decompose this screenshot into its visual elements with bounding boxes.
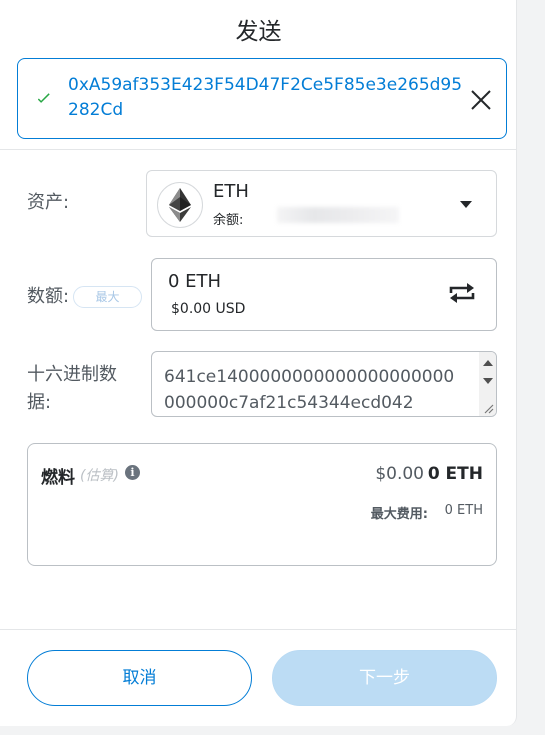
amount-value: 0 ETH [168, 271, 222, 292]
scroll-up-arrow-icon[interactable] [483, 360, 493, 366]
footer-divider [0, 629, 517, 630]
gas-eth-value: 0 ETH [427, 464, 483, 484]
hex-data-value: 641ce1400000000000000000000000000c7af21c… [164, 367, 455, 413]
gas-title: 燃料 [41, 468, 75, 488]
next-button[interactable]: 下一步 [272, 650, 497, 706]
cancel-button[interactable]: 取消 [27, 650, 252, 706]
swap-currency-icon[interactable] [448, 282, 476, 304]
recipient-address-box[interactable]: 0xA59af353E423F54D47F2Ce5F85e3e265d95282… [17, 58, 507, 139]
max-fee-value: 0 ETH [444, 503, 483, 518]
gas-fee-box: 燃料 (估算) i $0.00 0 ETH 最大费用: 0 ETH [27, 443, 497, 566]
hex-data-label: 十六进制数据: [27, 364, 117, 413]
close-icon[interactable] [470, 89, 492, 111]
check-icon [38, 93, 50, 103]
ethereum-logo-icon [157, 182, 203, 228]
scroll-down-arrow-icon[interactable] [483, 378, 493, 384]
amount-fiat-value: $0.00 USD [171, 301, 246, 317]
asset-selector[interactable]: ETH 余额: [146, 170, 497, 237]
max-button[interactable]: 最大 [73, 286, 142, 308]
resize-handle-icon[interactable] [482, 402, 494, 414]
asset-label: 资产: [27, 192, 70, 213]
chevron-down-icon[interactable] [460, 201, 472, 209]
recipient-address: 0xA59af353E423F54D47F2Ce5F85e3e265d95282… [68, 75, 463, 120]
amount-input[interactable]: 0 ETH $0.00 USD [151, 258, 497, 331]
info-icon[interactable]: i [125, 465, 140, 480]
asset-balance-value-blurred [277, 207, 399, 223]
page-title: 发送 [235, 19, 282, 45]
asset-symbol: ETH [213, 181, 249, 202]
max-fee-label: 最大费用: [370, 507, 428, 522]
amount-label: 数额: [27, 286, 70, 307]
asset-balance-label: 余额: [213, 213, 244, 228]
hex-data-textarea[interactable]: 641ce1400000000000000000000000000c7af21c… [151, 351, 497, 417]
gas-fiat-value: $0.00 [375, 464, 424, 484]
divider [0, 149, 517, 150]
send-panel: 发送 0xA59af353E423F54D47F2Ce5F85e3e265d95… [0, 0, 517, 726]
gas-estimate-label: (估算) [80, 468, 119, 484]
